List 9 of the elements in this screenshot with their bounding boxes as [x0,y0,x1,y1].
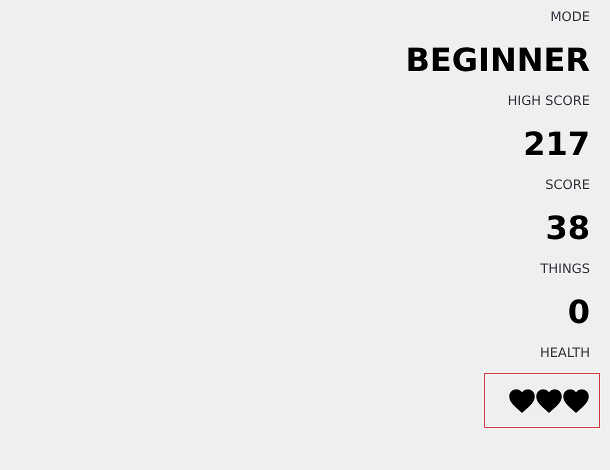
stat-label: SCORE [545,177,590,195]
stat-value: BEGINNER [406,40,590,80]
stat-label: HEALTH [540,345,590,363]
stat-value: 217 [523,124,590,164]
stat-label: THINGS [540,261,590,279]
stat-value: 38 [545,208,590,248]
stat-value: 0 [568,292,590,332]
stat-label: HIGH SCORE [508,93,590,111]
stat-label: MODE [550,9,590,27]
